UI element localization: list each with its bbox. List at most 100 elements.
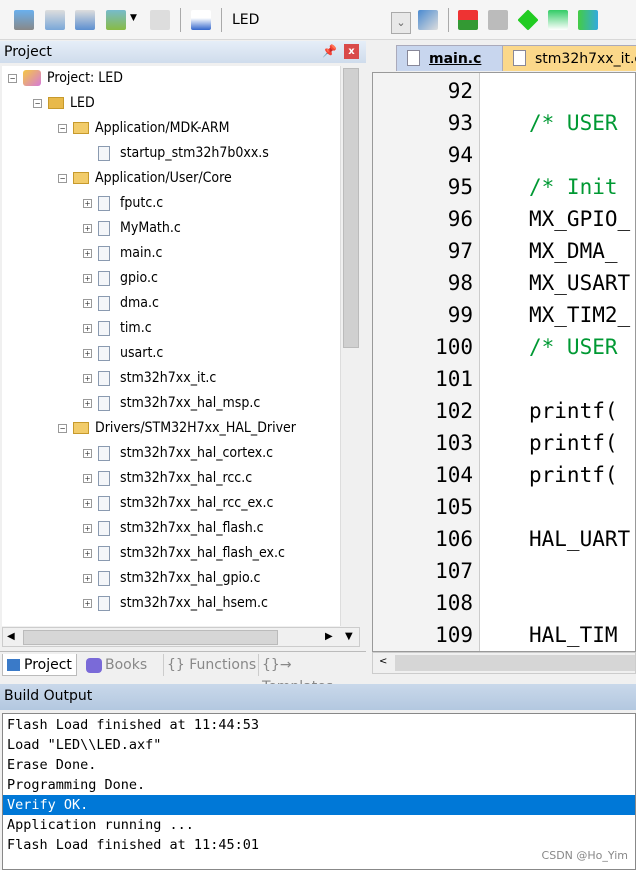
tree-horizontal-scrollbar[interactable]: ◀ ▶ ▼ [2,627,360,647]
tree-item[interactable]: + stm32h7xx_hal_hsem.c [83,592,268,614]
select-packs-icon[interactable] [488,10,508,30]
pack-installer-icon[interactable] [517,9,539,31]
build-icon[interactable] [45,10,65,30]
rebuild-icon[interactable] [75,10,95,30]
expand-icon[interactable]: + [83,398,92,408]
tab-books[interactable]: Books [86,654,147,676]
scroll-left-icon[interactable]: ◀ [7,631,15,642]
code-line[interactable]: /* USER [529,331,618,363]
tree-item[interactable]: + MyMath.c [83,217,181,239]
target-select-dropdown[interactable]: ⌄ [391,12,411,34]
tree-item[interactable]: + gpio.c [83,267,158,289]
expand-icon[interactable]: + [83,273,92,283]
output-line[interactable]: Flash Load finished at 11:44:53 [3,715,635,735]
output-line[interactable]: Flash Load finished at 11:45:01 [3,835,635,855]
editor-horizontal-scrollbar[interactable]: < [372,652,636,674]
tree-vertical-scrollbar[interactable] [340,66,360,626]
expand-icon[interactable]: + [83,573,92,583]
target-name[interactable]: LED [232,12,259,28]
expand-icon[interactable]: + [83,248,92,258]
chevron-down-icon[interactable]: ▼ [130,13,137,23]
code-line[interactable]: MX_DMA_ [529,235,618,267]
tree-item[interactable]: + tim.c [83,317,152,339]
tree-item[interactable]: − Drivers/STM32H7xx_HAL_Driver [58,417,296,439]
batch-build-icon[interactable] [106,10,126,30]
tree-item[interactable]: + stm32h7xx_hal_gpio.c [83,567,260,589]
scrollbar-thumb[interactable] [23,630,278,645]
tree-item[interactable]: − Project: LED [8,67,123,89]
collapse-icon[interactable]: − [58,423,67,433]
line-number: 106 [435,527,473,551]
code-line[interactable]: HAL_TIM [529,619,618,651]
tree-item[interactable]: + stm32h7xx_hal_rcc.c [83,467,252,489]
tree-item[interactable]: + dma.c [83,292,159,314]
tree-item[interactable]: + stm32h7xx_hal_rcc_ex.c [83,492,273,514]
manage-components-icon[interactable] [458,10,478,30]
tree-item[interactable]: + fputc.c [83,192,163,214]
code-line[interactable]: /* Init [529,171,618,203]
expand-icon[interactable]: + [83,498,92,508]
pin-icon[interactable]: 📌 [322,44,337,58]
line-number: 97 [447,239,473,263]
code-line[interactable]: MX_TIM2_ [529,299,630,331]
expand-icon[interactable]: + [83,523,92,533]
expand-icon[interactable]: + [83,598,92,608]
output-line[interactable]: Application running ... [3,815,635,835]
load-icon[interactable] [191,10,211,30]
output-line[interactable]: Load "LED\\LED.axf" [3,735,635,755]
code-line[interactable]: printf( [529,395,618,427]
code-line[interactable]: HAL_UART [529,523,630,555]
output-line[interactable]: Verify OK. [3,795,635,815]
collapse-icon[interactable]: − [58,173,67,183]
expand-icon[interactable]: + [83,548,92,558]
tree-item[interactable]: + stm32h7xx_hal_flash.c [83,517,264,539]
scroll-left-icon[interactable]: < [379,656,387,667]
code-editor[interactable]: 92 93 /* USER 94 95 /* Init 96 MX_GPIO_ 97 MX_DMA… [372,72,636,652]
expand-icon[interactable]: + [83,298,92,308]
tab-project[interactable]: Project [2,654,77,676]
tree-item[interactable]: + main.c [83,242,162,264]
tree-item[interactable]: + stm32h7xx_hal_msp.c [83,392,260,414]
tree-item[interactable]: − Application/MDK-ARM [58,117,229,139]
expand-icon[interactable]: + [83,348,92,358]
scrollbar-thumb[interactable] [395,655,635,671]
scroll-down-icon[interactable]: ▼ [345,631,353,642]
close-icon[interactable]: x [344,44,359,59]
tab-templates[interactable]: {}→ Templates [258,654,366,695]
output-line[interactable]: Erase Done. [3,755,635,775]
file-icon [98,195,110,211]
expand-icon[interactable]: + [83,223,92,233]
code-line[interactable]: printf( [529,459,618,491]
collapse-icon[interactable]: − [58,123,67,133]
tab-stm32h7xx-it-c[interactable]: stm32h7xx_it.c [502,45,636,71]
output-line[interactable]: Programming Done. [3,775,635,795]
expand-icon[interactable]: + [83,448,92,458]
tree-item[interactable]: + stm32h7xx_hal_cortex.c [83,442,273,464]
expand-icon[interactable]: + [83,323,92,333]
tree-item[interactable]: startup_stm32h7b0xx.s [83,142,269,164]
build-output-log[interactable]: Flash Load finished at 11:44:53 Load "LED… [2,713,636,870]
rte-icon[interactable] [578,10,598,30]
project-root-icon [23,70,41,86]
scrollbar-thumb[interactable] [343,68,359,348]
tree-item[interactable]: + usart.c [83,342,163,364]
tree-item[interactable]: − Application/User/Core [58,167,232,189]
tree-item[interactable]: + stm32h7xx_hal_flash_ex.c [83,542,285,564]
expand-icon[interactable]: + [83,473,92,483]
tab-functions[interactable]: {} Functions [163,654,256,676]
target-options-icon[interactable] [418,10,438,30]
filter-icon[interactable] [548,10,568,30]
expand-icon[interactable]: + [83,198,92,208]
collapse-icon[interactable]: − [33,98,42,108]
code-line[interactable]: MX_USART [529,267,630,299]
tree-item[interactable]: + stm32h7xx_it.c [83,367,216,389]
expand-icon[interactable]: + [83,373,92,383]
scroll-right-icon[interactable]: ▶ [325,631,333,642]
code-line[interactable]: MX_GPIO_ [529,203,630,235]
code-line[interactable]: printf( [529,427,618,459]
translate-icon[interactable] [14,10,34,30]
code-line[interactable]: /* USER [529,107,618,139]
tree-item[interactable]: − LED [33,92,95,114]
tab-main-c[interactable]: main.c [396,45,508,71]
collapse-icon[interactable]: − [8,73,17,83]
